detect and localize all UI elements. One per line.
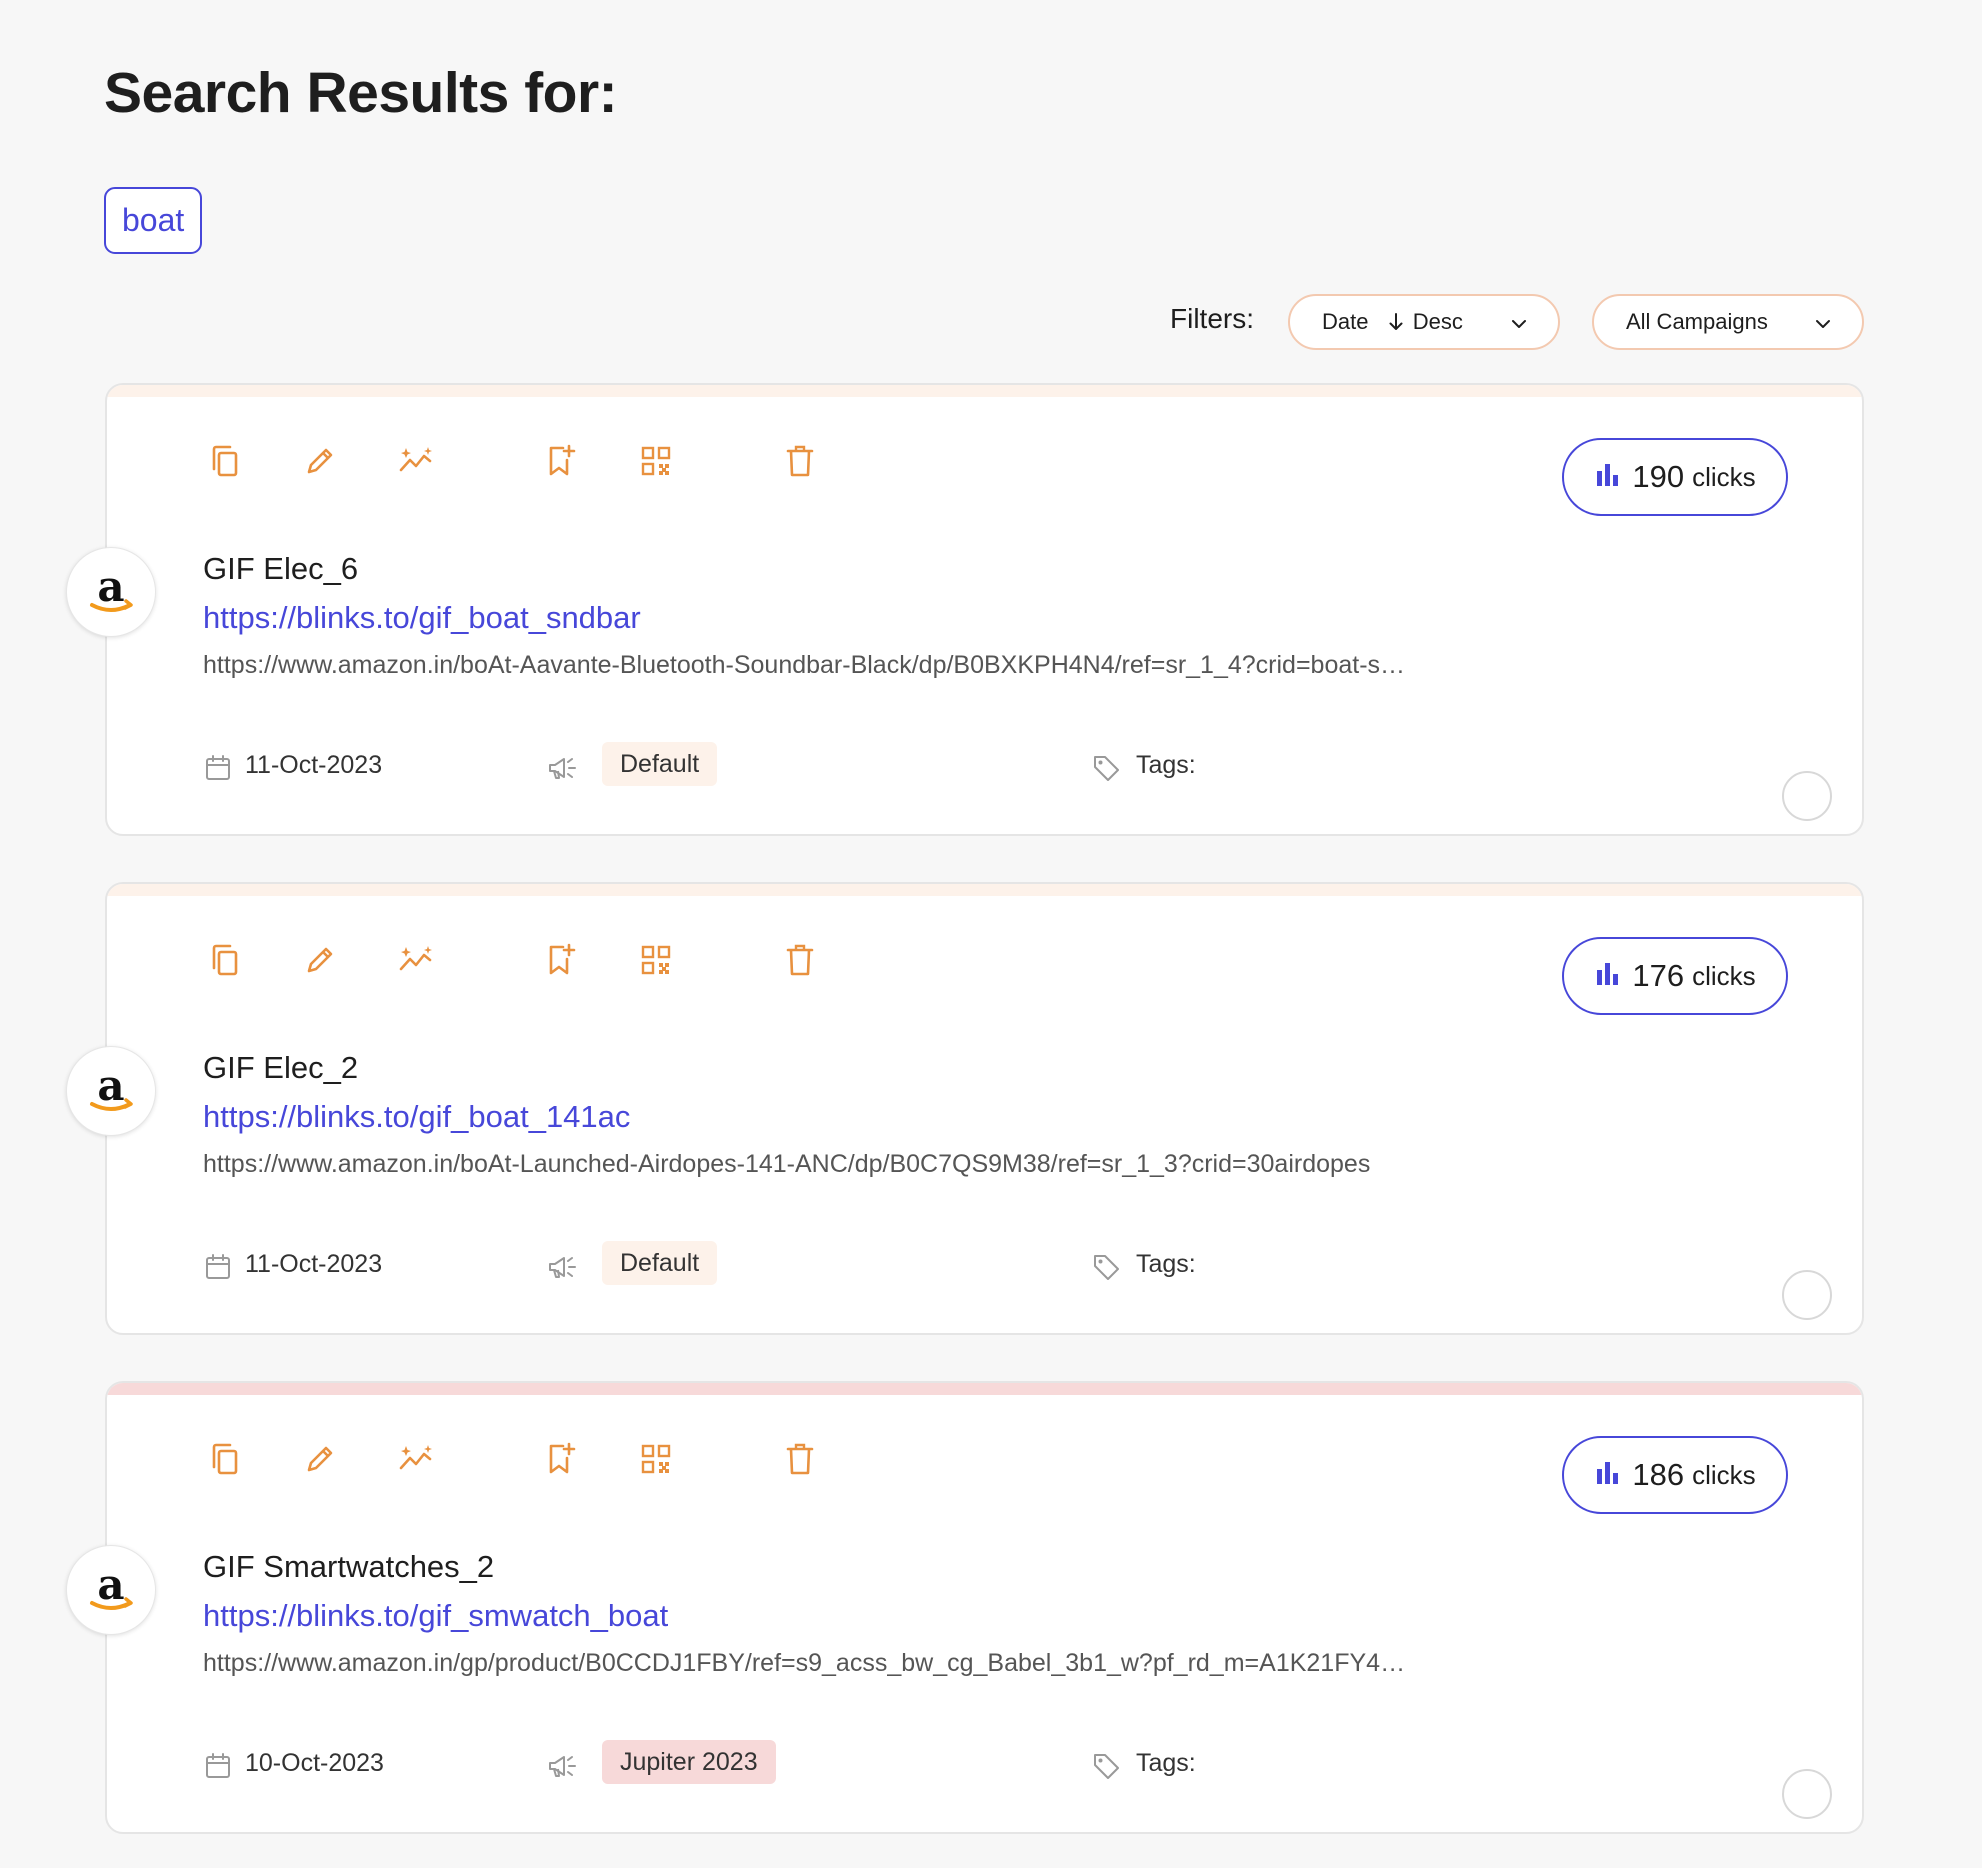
megaphone-icon bbox=[547, 1751, 577, 1781]
destination-url: https://www.amazon.in/boAt-Launched-Aird… bbox=[203, 1150, 1371, 1178]
sort-field: Date bbox=[1322, 309, 1369, 334]
short-link[interactable]: https://blinks.to/gif_boat_141ac bbox=[203, 1099, 630, 1135]
campaign-badge: Default bbox=[602, 1241, 718, 1285]
delete-trash-icon[interactable] bbox=[778, 439, 822, 483]
svg-text:a: a bbox=[97, 1560, 124, 1609]
filters-label: Filters: bbox=[1170, 303, 1254, 334]
amazon-logo: a bbox=[66, 1046, 156, 1136]
tags-label: Tags: bbox=[1136, 1749, 1196, 1777]
svg-text:a: a bbox=[97, 562, 124, 611]
bookmark-add-icon[interactable] bbox=[538, 439, 582, 483]
megaphone-icon bbox=[547, 1252, 577, 1282]
analytics-sparkle-icon[interactable] bbox=[394, 1437, 438, 1481]
clicks-count: 176 bbox=[1632, 958, 1685, 993]
destination-url: https://www.amazon.in/gp/product/B0CCDJ1… bbox=[203, 1649, 1417, 1677]
link-name: GIF Elec_2 bbox=[203, 1050, 359, 1085]
result-card: 186 clicks GIF Smartwatches_2 https://bl… bbox=[105, 1381, 1864, 1834]
card-campaign-bar bbox=[107, 884, 1862, 896]
sort-desc-arrow-icon bbox=[1389, 309, 1403, 335]
delete-trash-icon[interactable] bbox=[778, 938, 822, 982]
sort-dropdown-value: Date Desc bbox=[1322, 309, 1510, 335]
svg-text:a: a bbox=[97, 1061, 124, 1110]
sort-date-dropdown[interactable]: Date Desc bbox=[1288, 294, 1560, 350]
card-campaign-bar bbox=[107, 1383, 1862, 1395]
tag-icon bbox=[1091, 1751, 1121, 1781]
campaign-filter-dropdown[interactable]: All Campaigns bbox=[1592, 294, 1864, 350]
copy-icon[interactable] bbox=[203, 439, 247, 483]
campaign-badge: Jupiter 2023 bbox=[602, 1740, 776, 1784]
amazon-logo: a bbox=[66, 547, 156, 637]
page-title: Search Results for: bbox=[104, 61, 618, 125]
search-query-chip[interactable]: boat bbox=[104, 187, 203, 254]
copy-icon[interactable] bbox=[203, 938, 247, 982]
clicks-count: 190 bbox=[1632, 459, 1685, 494]
tags-label: Tags: bbox=[1136, 751, 1196, 779]
bar-chart-icon bbox=[1594, 1459, 1622, 1492]
select-radio[interactable] bbox=[1782, 1270, 1832, 1320]
bar-chart-icon bbox=[1594, 960, 1622, 993]
edit-pencil-icon[interactable] bbox=[298, 938, 342, 982]
tag-icon bbox=[1091, 753, 1121, 783]
tag-icon bbox=[1091, 1252, 1121, 1282]
delete-trash-icon[interactable] bbox=[778, 1437, 822, 1481]
bookmark-add-icon[interactable] bbox=[538, 938, 582, 982]
sort-order: Desc bbox=[1412, 309, 1463, 334]
select-radio[interactable] bbox=[1782, 1769, 1832, 1819]
chevron-down-icon bbox=[1510, 313, 1528, 331]
clicks-label: clicks bbox=[1692, 960, 1756, 991]
analytics-sparkle-icon[interactable] bbox=[394, 439, 438, 483]
link-name: GIF Smartwatches_2 bbox=[203, 1549, 495, 1584]
qr-code-icon[interactable] bbox=[634, 439, 678, 483]
created-date: 11-Oct-2023 bbox=[245, 751, 383, 779]
created-date: 10-Oct-2023 bbox=[245, 1749, 384, 1777]
clicks-button[interactable]: 190 clicks bbox=[1562, 438, 1788, 516]
bookmark-add-icon[interactable] bbox=[538, 1437, 582, 1481]
link-name: GIF Elec_6 bbox=[203, 551, 359, 586]
clicks-button[interactable]: 176 clicks bbox=[1562, 937, 1788, 1015]
edit-pencil-icon[interactable] bbox=[298, 1437, 342, 1481]
calendar-icon bbox=[203, 753, 233, 783]
clicks-button[interactable]: 186 clicks bbox=[1562, 1436, 1788, 1514]
calendar-icon bbox=[203, 1751, 233, 1781]
copy-icon[interactable] bbox=[203, 1437, 247, 1481]
clicks-label: clicks bbox=[1692, 1459, 1756, 1490]
bar-chart-icon bbox=[1594, 461, 1622, 494]
result-card: 176 clicks GIF Elec_2 https://blinks.to/… bbox=[105, 882, 1864, 1335]
megaphone-icon bbox=[547, 753, 577, 783]
edit-pencil-icon[interactable] bbox=[298, 439, 342, 483]
clicks-label: clicks bbox=[1692, 461, 1756, 492]
result-card: 190 clicks GIF Elec_6 https://blinks.to/… bbox=[105, 383, 1864, 836]
campaign-filter-value: All Campaigns bbox=[1626, 309, 1768, 334]
tags-label: Tags: bbox=[1136, 1250, 1196, 1278]
short-link[interactable]: https://blinks.to/gif_boat_sndbar bbox=[203, 600, 641, 636]
calendar-icon bbox=[203, 1252, 233, 1282]
search-results-page: Search Results for: boat Filters: Date D… bbox=[0, 0, 1982, 1868]
clicks-count: 186 bbox=[1632, 1457, 1685, 1492]
short-link[interactable]: https://blinks.to/gif_smwatch_boat bbox=[203, 1598, 668, 1634]
campaign-badge: Default bbox=[602, 742, 718, 786]
card-campaign-bar bbox=[107, 385, 1862, 397]
analytics-sparkle-icon[interactable] bbox=[394, 938, 438, 982]
amazon-logo: a bbox=[66, 1545, 156, 1635]
qr-code-icon[interactable] bbox=[634, 1437, 678, 1481]
select-radio[interactable] bbox=[1782, 771, 1832, 821]
destination-url: https://www.amazon.in/boAt-Aavante-Bluet… bbox=[203, 651, 1417, 679]
chevron-down-icon bbox=[1814, 313, 1832, 331]
qr-code-icon[interactable] bbox=[634, 938, 678, 982]
created-date: 11-Oct-2023 bbox=[245, 1250, 383, 1278]
